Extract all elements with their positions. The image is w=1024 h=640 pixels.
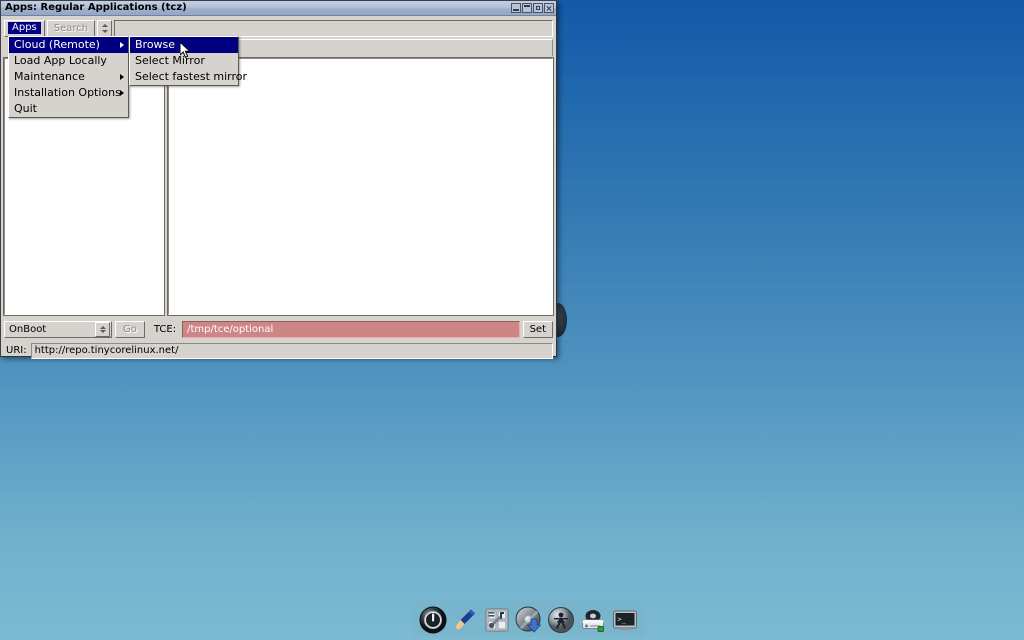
- submenu-item-select-mirror-label: Select Mirror: [135, 54, 205, 68]
- svg-text:>_: >_: [618, 616, 627, 624]
- control-panel-icon[interactable]: [483, 606, 511, 634]
- search-input[interactable]: [114, 20, 553, 37]
- menu-item-maintenance[interactable]: Maintenance: [9, 69, 128, 85]
- paintbrush-icon[interactable]: [451, 606, 479, 634]
- mount-tool-icon[interactable]: [579, 606, 607, 634]
- window-titlebar[interactable]: Apps: Regular Applications (tcz): [1, 1, 556, 16]
- submenu-arrow-icon: [120, 90, 124, 96]
- search-mode-spinner-icon[interactable]: [97, 20, 112, 37]
- menu-item-quit[interactable]: Quit: [9, 101, 128, 117]
- tce-path-input[interactable]: /tmp/tce/optional: [182, 321, 520, 338]
- submenu-item-select-fastest-mirror[interactable]: Select fastest mirror: [130, 69, 238, 85]
- uri-label: URI:: [4, 345, 27, 356]
- menu-item-cloud-remote-label: Cloud (Remote): [14, 38, 100, 52]
- submenu-arrow-icon: [120, 74, 124, 80]
- apps-menu-button[interactable]: Apps: [4, 20, 45, 37]
- menu-item-installation-options[interactable]: Installation Options: [9, 85, 128, 101]
- restore-button-icon[interactable]: [533, 3, 543, 13]
- close-button-icon[interactable]: [544, 3, 554, 13]
- minimize-button-icon[interactable]: [511, 3, 521, 13]
- go-button[interactable]: Go: [115, 321, 145, 338]
- cloud-remote-submenu: Browse Select Mirror Select fastest mirr…: [129, 36, 239, 86]
- submenu-item-browse[interactable]: Browse: [130, 37, 238, 53]
- power-icon[interactable]: [419, 606, 447, 634]
- submenu-item-select-mirror[interactable]: Select Mirror: [130, 53, 238, 69]
- menu-item-installation-options-label: Installation Options: [14, 86, 121, 100]
- maximize-button-icon[interactable]: [522, 3, 532, 13]
- bottom-toolbar: OnBoot Go TCE: /tmp/tce/optional Set: [4, 320, 553, 339]
- apps-dropdown-menu: Cloud (Remote) Load App Locally Maintena…: [8, 36, 129, 118]
- install-mode-select[interactable]: OnBoot: [4, 321, 112, 338]
- menu-item-load-app-locally-label: Load App Locally: [14, 54, 107, 68]
- menu-item-quit-label: Quit: [14, 102, 37, 116]
- install-mode-value: OnBoot: [9, 324, 46, 335]
- desktop-wallpaper: Apps: Regular Applications (tcz) Apps Se…: [0, 0, 1024, 640]
- menu-item-load-app-locally[interactable]: Load App Locally: [9, 53, 128, 69]
- menu-item-maintenance-label: Maintenance: [14, 70, 85, 84]
- submenu-item-select-fastest-mirror-label: Select fastest mirror: [135, 70, 247, 84]
- app-details-pane[interactable]: [168, 58, 553, 315]
- taskbar-dock: >_: [413, 603, 645, 637]
- uri-bar: URI: http://repo.tinycorelinux.net/: [4, 342, 553, 359]
- apps-window: Apps: Regular Applications (tcz) Apps Se…: [0, 0, 557, 357]
- search-button[interactable]: Search: [47, 20, 95, 37]
- uri-input[interactable]: http://repo.tinycorelinux.net/: [31, 343, 553, 359]
- set-button[interactable]: Set: [523, 321, 553, 338]
- toolbar: Apps Search: [4, 19, 553, 37]
- install-mode-spinner-icon[interactable]: [95, 322, 110, 337]
- tce-label: TCE:: [154, 324, 176, 335]
- terminal-icon[interactable]: >_: [611, 606, 639, 634]
- submenu-arrow-icon: [120, 42, 124, 48]
- submenu-item-browse-label: Browse: [135, 38, 175, 52]
- apps-install-icon[interactable]: [515, 606, 543, 634]
- apps-menu-button-label: Apps: [8, 22, 41, 34]
- menu-item-cloud-remote[interactable]: Cloud (Remote): [9, 37, 128, 53]
- window-title: Apps: Regular Applications (tcz): [5, 1, 511, 15]
- onboot-icon[interactable]: [547, 606, 575, 634]
- window-control-buttons: [511, 3, 554, 13]
